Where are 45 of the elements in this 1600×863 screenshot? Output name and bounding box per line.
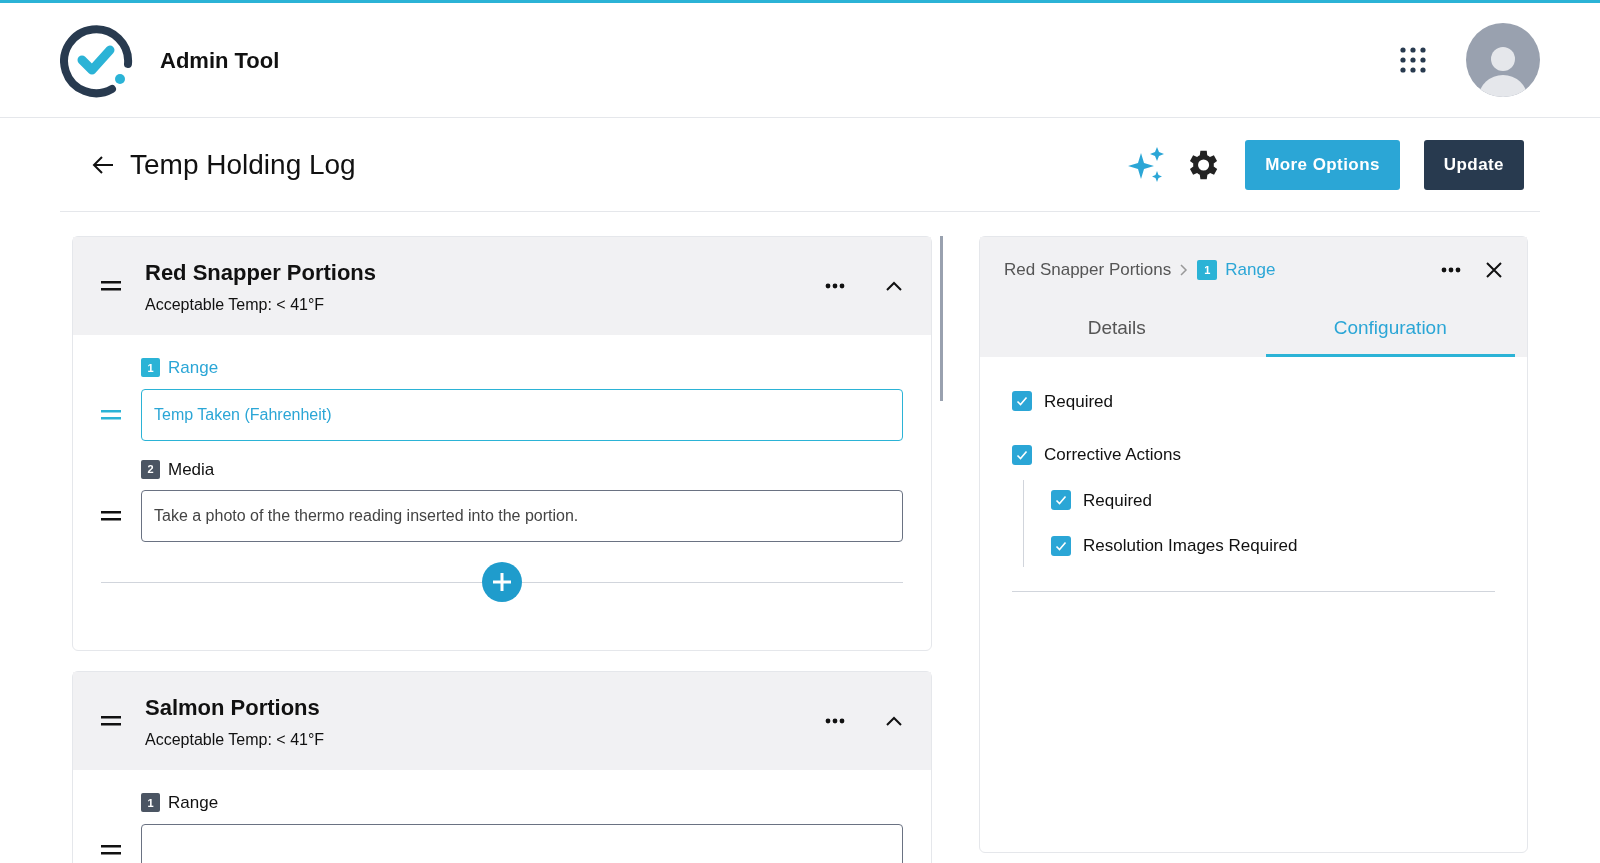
checkbox[interactable] [1012,391,1032,412]
question-number-badge: 1 [141,358,160,378]
option-label: Corrective Actions [1044,444,1181,466]
chevron-right-icon [1179,262,1190,277]
checkmark-icon [1015,394,1029,409]
checkbox[interactable] [1012,444,1032,465]
drag-handle-icon[interactable] [101,409,121,420]
close-icon[interactable] [1485,260,1503,279]
plus-icon [491,571,513,593]
section-subtitle: Acceptable Temp: < 41°F [145,729,325,750]
back-arrow-icon[interactable] [92,154,114,175]
more-icon[interactable] [825,718,845,724]
section-subtitle: Acceptable Temp: < 41°F [145,294,326,315]
chevron-icon[interactable] [885,715,903,727]
section-title: Red Snapper Portions [145,258,377,287]
more-icon[interactable] [825,283,845,289]
option-label: Resolution Images Required [1083,535,1298,557]
panel-tab[interactable]: Details [992,294,1242,357]
breadcrumb-link[interactable]: Red Snapper Portions [1004,257,1172,283]
app-grid-icon[interactable] [1400,47,1426,73]
question-number-badge: 2 [141,459,160,479]
breadcrumb-current: Range [1225,259,1276,281]
question-number-badge: 1 [141,793,160,813]
checkbox[interactable] [1051,535,1071,556]
update-button[interactable]: Update [1423,139,1524,190]
question-field[interactable] [141,823,903,863]
section-title: Salmon Portions [145,693,321,722]
question-field[interactable]: Take a photo of the thermo reading inserted into the portion. [141,490,903,542]
more-icon[interactable] [1441,266,1461,273]
drag-handle-icon[interactable] [101,716,121,726]
add-button[interactable] [482,562,522,602]
drag-handle-icon[interactable] [101,844,121,855]
checkmark-icon [1054,493,1068,508]
page-title: Temp Holding Log [130,147,356,182]
question-number-badge: 1 [1197,259,1218,280]
drag-handle-icon[interactable] [101,511,121,521]
drag-handle-icon[interactable] [101,281,121,291]
option-label: Required [1083,489,1152,512]
question-label: Range [168,357,219,379]
checkbox[interactable] [1051,490,1071,511]
question-label: Range [168,792,219,814]
question-label: Media [168,458,215,481]
option-label: Required [1044,390,1113,413]
chevron-icon[interactable] [885,280,903,292]
app-title: Admin Tool [160,46,280,75]
